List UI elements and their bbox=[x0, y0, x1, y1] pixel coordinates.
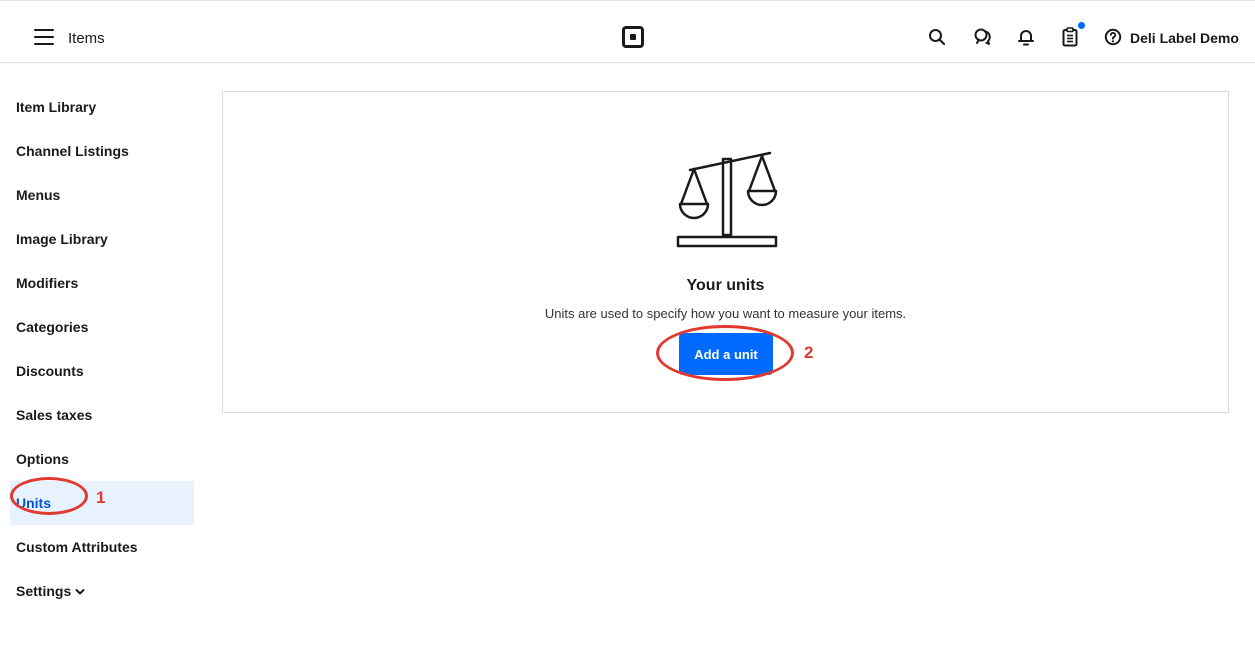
account-name[interactable]: Deli Label Demo bbox=[1130, 30, 1239, 46]
sidebar-item-discounts[interactable]: Discounts bbox=[0, 349, 194, 393]
add-unit-button[interactable]: Add a unit bbox=[679, 333, 773, 375]
sidebar-item-label: Categories bbox=[16, 319, 89, 335]
help-icon[interactable] bbox=[1103, 27, 1123, 47]
sidebar-item-modifiers[interactable]: Modifiers bbox=[0, 261, 194, 305]
top-bar: Items Deli Label Demo bbox=[0, 0, 1255, 63]
chevron-down-icon bbox=[75, 583, 85, 599]
units-empty-state-card: Your units Units are used to specify how… bbox=[222, 91, 1229, 413]
sidebar-item-categories[interactable]: Categories bbox=[0, 305, 194, 349]
empty-state-title: Your units bbox=[686, 277, 765, 294]
sidebar-item-label: Menus bbox=[16, 187, 61, 203]
sidebar-item-sales-taxes[interactable]: Sales taxes bbox=[0, 393, 194, 437]
menu-icon[interactable] bbox=[34, 29, 54, 45]
sidebar-item-label: Modifiers bbox=[16, 275, 79, 291]
sidebar-item-settings[interactable]: Settings bbox=[0, 569, 194, 613]
sidebar-item-item-library[interactable]: Item Library bbox=[0, 85, 194, 129]
annotation-step-1: 1 bbox=[96, 488, 106, 507]
messages-icon[interactable] bbox=[973, 27, 993, 47]
sidebar-item-custom-attributes[interactable]: Custom Attributes bbox=[0, 525, 194, 569]
sidebar-item-label: Item Library bbox=[16, 99, 97, 115]
sidebar-item-label: Discounts bbox=[16, 363, 84, 379]
sidebar-item-label: Channel Listings bbox=[16, 143, 129, 159]
sidebar-nav: Item Library Channel Listings Menus Imag… bbox=[0, 85, 194, 613]
sidebar-item-label: Options bbox=[16, 451, 69, 467]
square-logo-icon[interactable] bbox=[622, 26, 644, 48]
sidebar-item-menus[interactable]: Menus bbox=[0, 173, 194, 217]
sidebar-item-label: Custom Attributes bbox=[16, 539, 138, 555]
sidebar-item-label: Image Library bbox=[16, 231, 108, 247]
annotation-step-2: 2 bbox=[804, 343, 814, 362]
sidebar-item-label: Settings bbox=[16, 583, 72, 599]
clipboard-icon[interactable] bbox=[1060, 22, 1085, 47]
sidebar-item-options[interactable]: Options bbox=[0, 437, 194, 481]
empty-state-description: Units are used to specify how you want t… bbox=[544, 306, 907, 321]
sidebar-item-label: Units bbox=[16, 495, 51, 511]
sidebar-item-image-library[interactable]: Image Library bbox=[0, 217, 194, 261]
balance-scale-icon bbox=[676, 150, 782, 250]
sidebar-item-channel-listings[interactable]: Channel Listings bbox=[0, 129, 194, 173]
sidebar-item-label: Sales taxes bbox=[16, 407, 93, 423]
search-icon[interactable] bbox=[927, 27, 947, 47]
bell-icon[interactable] bbox=[1016, 27, 1036, 47]
notification-dot bbox=[1078, 22, 1085, 29]
page-title: Items bbox=[68, 30, 105, 47]
